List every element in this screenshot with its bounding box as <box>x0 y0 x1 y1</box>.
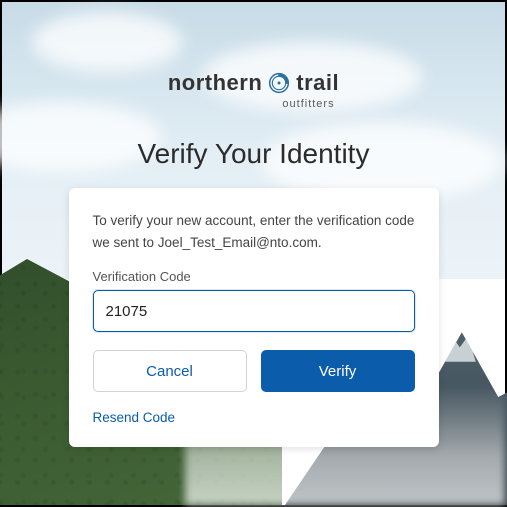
brand-name-left: northern <box>168 70 262 96</box>
instruction-text: To verify your new account, enter the ve… <box>93 210 415 253</box>
brand-subtitle: outfitters <box>282 98 334 110</box>
brand-logo: northern trail outfitters <box>168 70 339 110</box>
verification-code-input[interactable] <box>93 290 415 332</box>
verification-code-label: Verification Code <box>93 269 415 284</box>
verify-card: To verify your new account, enter the ve… <box>69 188 439 447</box>
resend-code-link[interactable]: Resend Code <box>93 410 176 425</box>
instruction-email: Joel_Test_Email@nto.com <box>158 235 318 250</box>
verify-button[interactable]: Verify <box>261 350 415 392</box>
compass-icon <box>268 72 290 94</box>
cancel-button[interactable]: Cancel <box>93 350 247 392</box>
page-title: Verify Your Identity <box>138 138 370 170</box>
brand-name-right: trail <box>296 70 339 96</box>
instruction-suffix: . <box>318 235 322 250</box>
